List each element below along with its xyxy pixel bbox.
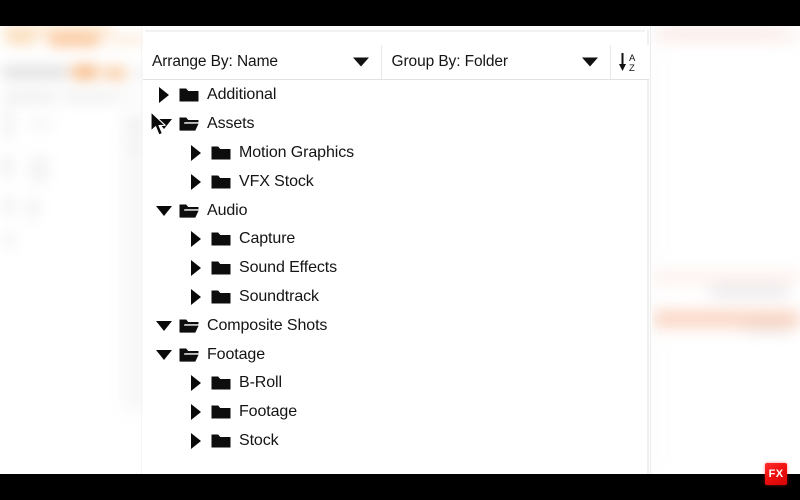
triangle-right-icon[interactable] — [185, 427, 207, 455]
browser-toolbar: Arrange By: Name Group By: Folder A Z — [143, 45, 649, 80]
triangle-right-icon[interactable] — [185, 369, 207, 397]
triangle-right-icon[interactable] — [185, 283, 207, 311]
tree-row-label: VFX Stock — [239, 172, 314, 190]
tree-row-label: Capture — [239, 230, 296, 248]
tree-row-label: B-Roll — [239, 374, 282, 392]
group-by-dropdown[interactable]: Group By: Folder — [380, 45, 611, 79]
panel-right-divider — [650, 26, 651, 474]
tree-row-label: Motion Graphics — [239, 143, 354, 161]
sort-order-button[interactable]: A Z — [610, 45, 649, 79]
folder-closed-icon — [207, 369, 235, 397]
tree-row[interactable]: Capture — [143, 225, 649, 254]
folder-closed-icon — [207, 398, 235, 426]
tree-row-label: Stock — [239, 431, 279, 449]
tree-row-label: Assets — [207, 115, 255, 133]
chevron-down-icon — [352, 57, 369, 67]
svg-text:Z: Z — [629, 63, 635, 74]
triangle-right-icon[interactable] — [185, 254, 207, 282]
chevron-down-icon — [582, 57, 599, 67]
background-right-blur — [652, 26, 800, 474]
folder-open-icon — [175, 312, 203, 340]
letterbox-bottom-bar — [0, 474, 800, 500]
tree-row[interactable]: Additional — [143, 81, 649, 110]
triangle-right-icon[interactable] — [185, 225, 207, 253]
letterbox-top-bar — [0, 0, 800, 26]
panel-top-edge — [145, 30, 645, 32]
triangle-right-icon[interactable] — [185, 139, 207, 167]
folder-closed-icon — [207, 225, 235, 253]
tree-row[interactable]: Soundtrack — [143, 283, 649, 312]
background-left-region — [0, 26, 150, 474]
media-browser-panel: Arrange By: Name Group By: Folder A Z Ad… — [143, 30, 649, 474]
tree-row-label: Footage — [239, 403, 298, 421]
triangle-right-icon[interactable] — [153, 81, 175, 109]
triangle-right-icon[interactable] — [185, 168, 207, 196]
tree-row[interactable]: Stock — [143, 427, 649, 456]
tree-row-label: Footage — [207, 345, 266, 363]
folder-open-icon — [175, 341, 203, 369]
folder-closed-icon — [207, 283, 235, 311]
tree-row[interactable]: Motion Graphics — [143, 139, 649, 168]
tree-row[interactable]: Audio — [143, 196, 649, 225]
tree-row-label: Additional — [207, 86, 277, 104]
triangle-down-icon[interactable] — [153, 197, 175, 225]
fx-watermark-badge: FX — [765, 463, 787, 485]
tree-row[interactable]: VFX Stock — [143, 167, 649, 196]
group-by-label: Group By: Folder — [391, 53, 509, 70]
tree-row[interactable]: Assets — [143, 110, 649, 139]
folder-tree[interactable]: Additional Assets Motion Graphics VFX Stock… — [143, 79, 649, 474]
background-left-blur — [0, 26, 150, 474]
tree-row[interactable]: Sound Effects — [143, 254, 649, 283]
tree-row-label: Audio — [207, 201, 248, 219]
folder-closed-icon — [207, 254, 235, 282]
triangle-down-icon[interactable] — [153, 312, 175, 340]
tree-row-label: Sound Effects — [239, 259, 338, 277]
triangle-right-icon[interactable] — [185, 398, 207, 426]
folder-open-icon — [175, 197, 203, 225]
fx-badge-label: FX — [768, 467, 784, 480]
tree-row[interactable]: Footage — [143, 340, 649, 369]
folder-closed-icon — [207, 139, 235, 167]
folder-closed-icon — [175, 81, 203, 109]
sort-az-descending-icon: A Z — [618, 50, 642, 74]
tree-row[interactable]: Footage — [143, 398, 649, 427]
tree-row[interactable]: B-Roll — [143, 369, 649, 398]
arrange-by-dropdown[interactable]: Arrange By: Name — [143, 45, 381, 79]
arrange-by-label: Arrange By: Name — [152, 53, 278, 70]
panel-left-divider — [141, 26, 142, 474]
tree-row-label: Composite Shots — [207, 316, 328, 334]
folder-open-icon — [175, 110, 203, 138]
folder-closed-icon — [207, 427, 235, 455]
triangle-down-icon[interactable] — [153, 341, 175, 369]
tree-row[interactable]: Composite Shots — [143, 311, 649, 340]
folder-closed-icon — [207, 168, 235, 196]
tree-row-label: Soundtrack — [239, 287, 319, 305]
triangle-down-icon[interactable] — [153, 110, 175, 138]
background-right-region — [652, 26, 800, 474]
